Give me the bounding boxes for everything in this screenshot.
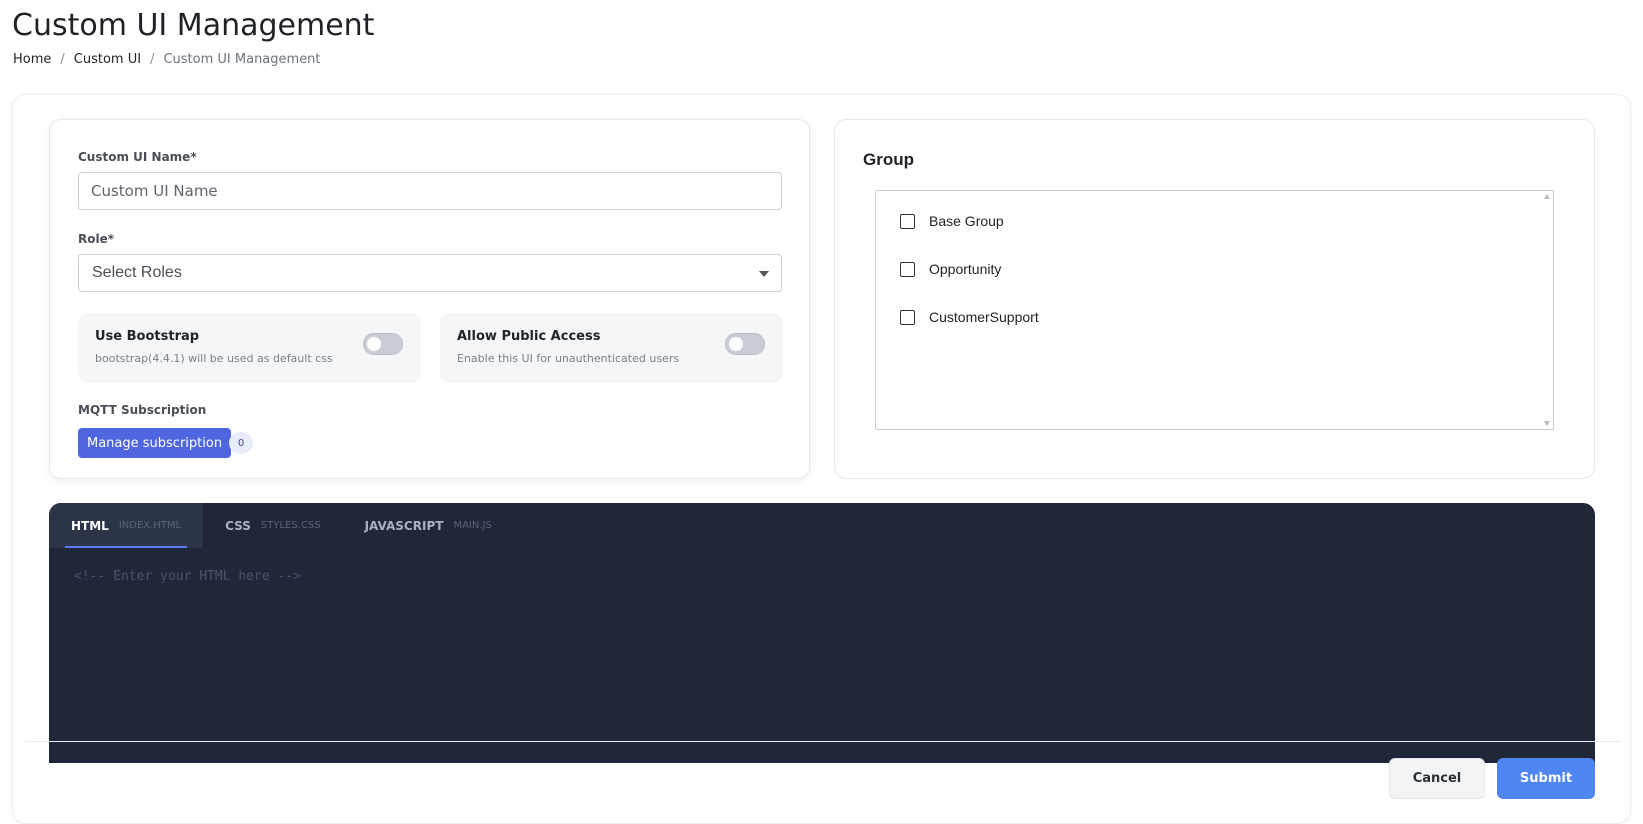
group-item-label: Opportunity xyxy=(929,261,1002,277)
footer-divider xyxy=(25,741,1620,742)
breadcrumb-separator: / xyxy=(60,52,65,67)
caret-down-icon xyxy=(759,271,769,277)
page-title: Custom UI Management xyxy=(12,8,375,43)
breadcrumb: Home / Custom UI / Custom UI Management xyxy=(13,52,321,67)
opportunity-checkbox[interactable] xyxy=(900,261,915,277)
use-bootstrap-panel: Use Bootstrap bootstrap(4.4.1) will be u… xyxy=(78,313,421,383)
customer-support-checkbox[interactable] xyxy=(900,309,915,325)
use-bootstrap-title: Use Bootstrap xyxy=(95,329,200,344)
group-title: Group xyxy=(863,150,914,169)
code-editor: HTML INDEX.HTML CSS STYLES.CSS JAVASCRIP… xyxy=(49,503,1595,763)
group-item-label: Base Group xyxy=(929,213,1004,229)
tab-css-file: STYLES.CSS xyxy=(260,520,321,531)
allow-public-access-panel: Allow Public Access Enable this UI for u… xyxy=(440,313,783,383)
group-item-opportunity[interactable]: Opportunity xyxy=(900,259,1001,279)
group-item-label: CustomerSupport xyxy=(929,309,1039,325)
code-input-area[interactable]: <!-- Enter your HTML here --> xyxy=(74,569,301,584)
group-item-base-group[interactable]: Base Group xyxy=(900,211,1004,231)
cancel-button[interactable]: Cancel xyxy=(1389,758,1485,799)
breadcrumb-separator: / xyxy=(150,52,155,67)
role-label: Role* xyxy=(78,232,115,246)
breadcrumb-current: Custom UI Management xyxy=(163,52,321,67)
tab-html[interactable]: HTML INDEX.HTML xyxy=(49,503,204,548)
submit-button[interactable]: Submit xyxy=(1497,758,1595,799)
breadcrumb-custom-ui-link[interactable]: Custom UI xyxy=(74,52,141,67)
manage-subscription-button[interactable]: Manage subscription xyxy=(78,428,232,458)
allow-public-access-title: Allow Public Access xyxy=(457,329,601,344)
group-list[interactable]: Base Group Opportunity CustomerSupport xyxy=(875,190,1554,430)
subscription-count-badge: 0 xyxy=(229,432,253,454)
mqtt-subscription-label: MQTT Subscription xyxy=(78,403,207,417)
group-card: Group Base Group Opportunity CustomerSup… xyxy=(834,119,1595,479)
editor-tab-bar: HTML INDEX.HTML CSS STYLES.CSS JAVASCRIP… xyxy=(49,503,514,548)
custom-ui-name-input[interactable] xyxy=(78,172,782,210)
role-select[interactable]: Select Roles xyxy=(78,254,782,292)
allow-public-access-toggle[interactable] xyxy=(725,333,765,355)
scroll-down-arrow-icon[interactable] xyxy=(1544,421,1550,426)
tab-javascript[interactable]: JAVASCRIPT MAIN.JS xyxy=(343,503,514,548)
group-item-customer-support[interactable]: CustomerSupport xyxy=(900,307,1039,327)
use-bootstrap-description: bootstrap(4.4.1) will be used as default… xyxy=(95,352,333,365)
tab-css-name: CSS xyxy=(225,518,251,533)
use-bootstrap-toggle[interactable] xyxy=(363,333,403,355)
role-select-placeholder: Select Roles xyxy=(92,264,182,281)
toggle-knob xyxy=(367,337,381,351)
tab-html-file: INDEX.HTML xyxy=(118,520,182,531)
breadcrumb-home-link[interactable]: Home xyxy=(13,52,51,67)
custom-ui-form-card: Custom UI Name* Role* Select Roles Use B… xyxy=(49,119,810,479)
allow-public-access-description: Enable this UI for unauthenticated users xyxy=(457,352,680,365)
custom-ui-name-label: Custom UI Name* xyxy=(78,150,197,164)
tab-javascript-file: MAIN.JS xyxy=(453,520,492,531)
tab-javascript-name: JAVASCRIPT xyxy=(364,518,444,533)
toggle-knob xyxy=(729,337,743,351)
tab-css[interactable]: CSS STYLES.CSS xyxy=(203,503,342,548)
tab-html-name: HTML xyxy=(71,518,109,533)
base-group-checkbox[interactable] xyxy=(900,213,915,229)
scroll-up-arrow-icon[interactable] xyxy=(1544,194,1550,199)
